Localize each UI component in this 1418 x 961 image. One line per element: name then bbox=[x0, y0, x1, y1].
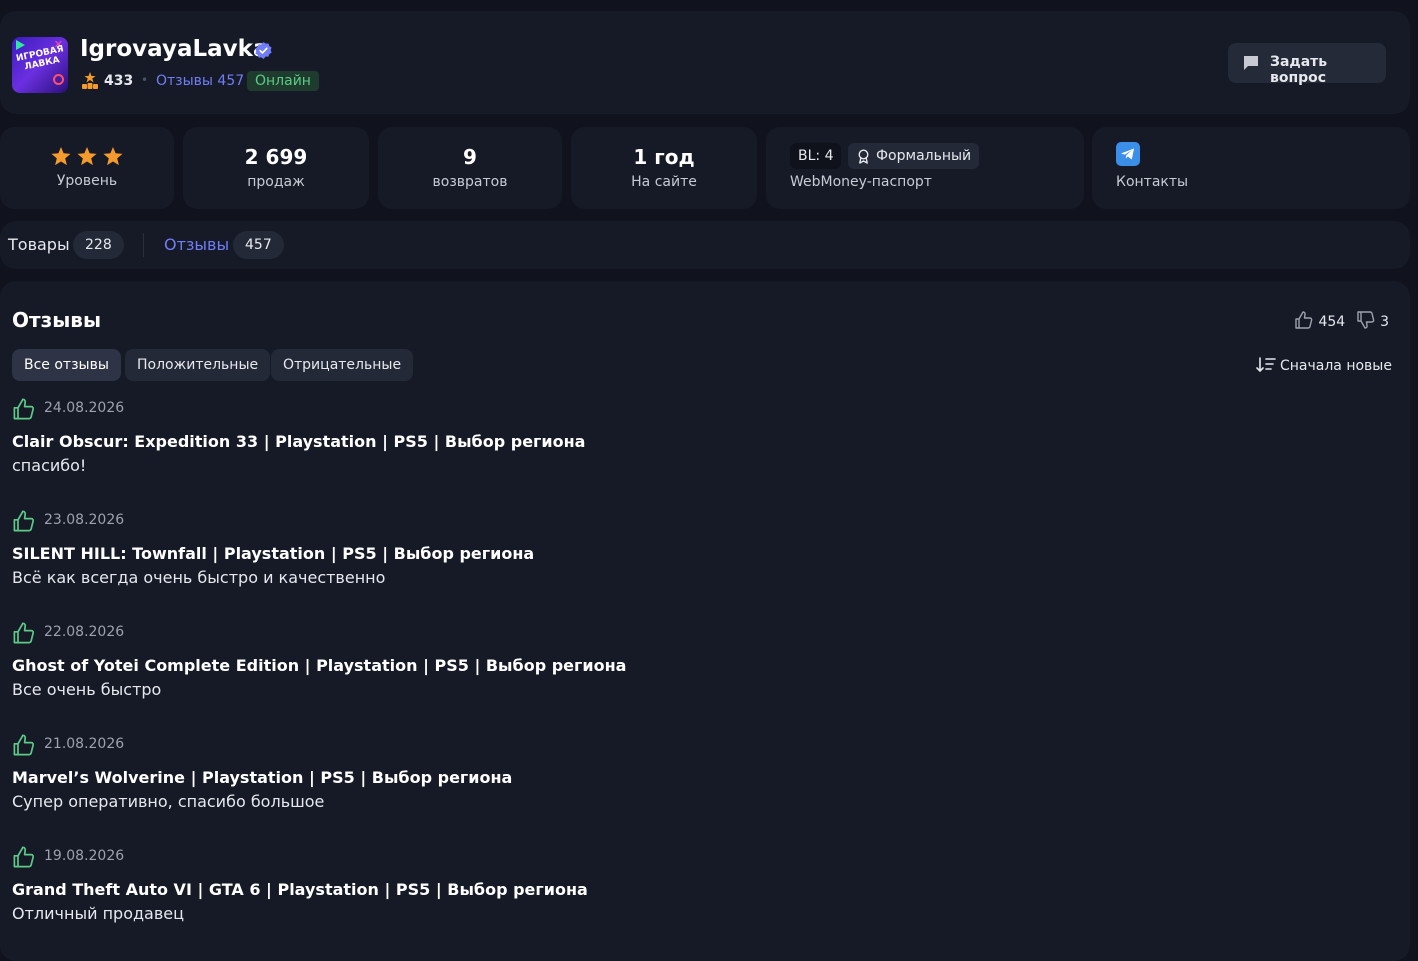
thumbs-down-icon bbox=[1356, 311, 1375, 329]
thumbs-up-icon bbox=[1295, 311, 1313, 329]
formal-badge-label: Формальный bbox=[876, 148, 972, 164]
play-icon bbox=[16, 40, 25, 50]
review-item: 21.08.2026 Marvel’s Wolverine | Playstat… bbox=[12, 733, 912, 833]
review-item: 19.08.2026 Grand Theft Auto VI | GTA 6 |… bbox=[12, 845, 912, 945]
review-date: 21.08.2026 bbox=[44, 736, 125, 752]
site-age-value: 1 год bbox=[633, 145, 695, 169]
seller-header: ✕ ИГРОВАЯ ЛАВКА IgrovayaLavka 433 • Отзы… bbox=[0, 11, 1410, 114]
seller-avatar[interactable]: ✕ ИГРОВАЯ ЛАВКА bbox=[12, 37, 68, 93]
site-age-label: На сайте bbox=[631, 174, 697, 190]
bl-badge: BL: 4 bbox=[790, 143, 842, 169]
seller-reviews-link[interactable]: Отзывы 457 bbox=[156, 73, 244, 89]
positive-review-icon bbox=[13, 846, 35, 868]
chat-icon bbox=[1244, 56, 1258, 70]
review-product-link[interactable]: SILENT HILL: Townfall | Playstation | PS… bbox=[12, 544, 534, 563]
review-product-link[interactable]: Clair Obscur: Expedition 33 | Playstatio… bbox=[12, 432, 585, 451]
verified-icon bbox=[255, 41, 272, 60]
filter-positive[interactable]: Положительные bbox=[125, 349, 271, 381]
review-product-link[interactable]: Marvel’s Wolverine | Playstation | PS5 |… bbox=[12, 768, 512, 787]
stat-site-age: 1 год На сайте bbox=[571, 127, 757, 209]
circle-icon bbox=[53, 74, 64, 85]
review-item: 23.08.2026 SILENT HILL: Townfall | Plays… bbox=[12, 509, 912, 609]
stat-level: Уровень bbox=[0, 127, 174, 209]
ask-question-button[interactable]: Задать вопрос bbox=[1228, 43, 1386, 86]
telegram-plane-glyph bbox=[1121, 148, 1134, 160]
seller-tabs: Товары 228 Отзывы 457 bbox=[0, 221, 1410, 269]
telegram-icon[interactable] bbox=[1116, 142, 1140, 166]
star-icon bbox=[77, 147, 97, 166]
award-icon bbox=[858, 149, 869, 164]
tab-goods[interactable]: Товары bbox=[8, 235, 70, 254]
sort-icon bbox=[1256, 357, 1276, 372]
review-date: 22.08.2026 bbox=[44, 624, 125, 640]
tab-divider bbox=[143, 233, 144, 257]
likes-summary: 454 3 bbox=[1294, 310, 1389, 330]
review-item: 22.08.2026 Ghost of Yotei Complete Editi… bbox=[12, 621, 912, 721]
likes-count: 454 bbox=[1318, 314, 1346, 330]
returns-label: возвратов bbox=[432, 174, 508, 190]
level-stars bbox=[0, 147, 174, 170]
review-date: 24.08.2026 bbox=[44, 400, 125, 416]
online-status-badge: Онлайн bbox=[247, 71, 319, 91]
reviews-title: Отзывы bbox=[12, 308, 102, 332]
stat-sales: 2 699 продаж bbox=[183, 127, 369, 209]
stat-webmoney: BL: 4 Формальный WebMoney-паспорт bbox=[766, 127, 1084, 209]
tab-reviews[interactable]: Отзывы bbox=[164, 235, 229, 254]
review-text: Всё как всегда очень быстро и качественн… bbox=[12, 568, 386, 587]
filter-all[interactable]: Все отзывы bbox=[12, 349, 121, 381]
positive-review-icon bbox=[13, 398, 35, 420]
star-icon bbox=[103, 147, 123, 166]
review-item: 24.08.2026 Clair Obscur: Expedition 33 |… bbox=[12, 397, 912, 497]
review-product-link[interactable]: Grand Theft Auto VI | GTA 6 | Playstatio… bbox=[12, 880, 588, 899]
review-text: Все очень быстро bbox=[12, 680, 162, 699]
star-icon bbox=[51, 147, 71, 166]
webmoney-label[interactable]: WebMoney-паспорт bbox=[790, 174, 932, 190]
seller-rating: 433 bbox=[104, 73, 134, 89]
sort-dropdown[interactable]: Сначала новые bbox=[1256, 356, 1392, 374]
stat-returns: 9 возвратов bbox=[378, 127, 562, 209]
positive-review-icon bbox=[13, 510, 35, 532]
filter-negative[interactable]: Отрицательные bbox=[271, 349, 414, 381]
positive-review-icon bbox=[13, 622, 35, 644]
contacts-label[interactable]: Контакты bbox=[1116, 174, 1188, 190]
review-text: спасибо! bbox=[12, 456, 87, 475]
reviews-count-badge: 457 bbox=[233, 231, 284, 259]
separator-dot: • bbox=[141, 73, 149, 87]
seller-name: IgrovayaLavka bbox=[80, 36, 269, 62]
ask-question-label: Задать вопрос bbox=[1270, 54, 1328, 86]
goods-count-badge: 228 bbox=[73, 231, 124, 259]
sort-label: Сначала новые bbox=[1280, 358, 1392, 374]
review-product-link[interactable]: Ghost of Yotei Complete Edition | Playst… bbox=[12, 656, 626, 675]
level-label: Уровень bbox=[56, 173, 118, 189]
returns-value: 9 bbox=[463, 145, 477, 169]
dislikes-count: 3 bbox=[1380, 314, 1390, 330]
sales-value: 2 699 bbox=[244, 145, 308, 169]
rating-medal-icon bbox=[82, 72, 98, 89]
reviews-panel: Отзывы 454 3 Все отзывы Положительные От… bbox=[0, 281, 1410, 961]
review-date: 23.08.2026 bbox=[44, 512, 125, 528]
review-date: 19.08.2026 bbox=[44, 848, 125, 864]
positive-review-icon bbox=[13, 734, 35, 756]
formal-badge: Формальный bbox=[848, 143, 980, 169]
review-text: Отличный продавец bbox=[12, 904, 185, 923]
review-text: Супер оперативно, спасибо большое bbox=[12, 792, 325, 811]
sales-label: продаж bbox=[247, 174, 305, 190]
stat-contacts[interactable]: Контакты bbox=[1092, 127, 1410, 209]
